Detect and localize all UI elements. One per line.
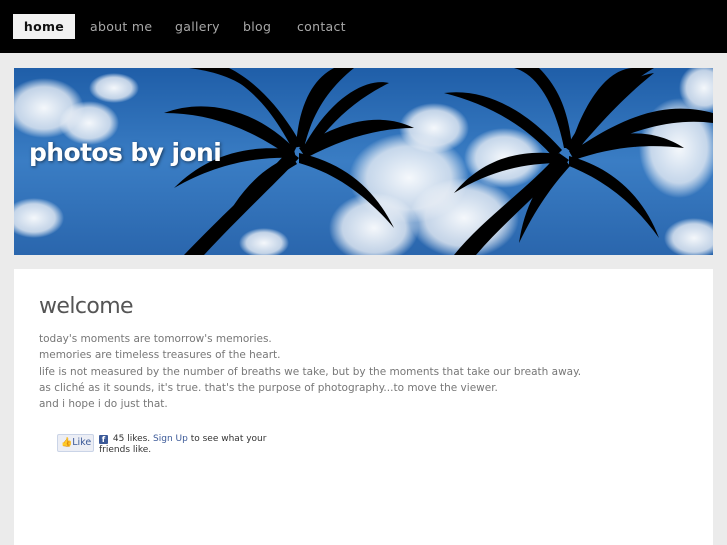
like-label: Like <box>72 437 92 448</box>
facebook-like-info: f 45 likes. Sign Up to see what your fri… <box>99 434 269 456</box>
text-line: as cliché as it sounds, it's true. that'… <box>39 381 498 394</box>
nav-item-blog[interactable]: blog <box>243 14 271 39</box>
likes-count: 45 likes. <box>112 434 151 444</box>
site-title: photos by joni <box>29 138 222 167</box>
nav-item-contact[interactable]: contact <box>297 14 346 39</box>
page-heading: welcome <box>39 294 134 319</box>
text-line: memories are timeless treasures of the h… <box>39 349 281 362</box>
thumbs-up-icon: 👍 <box>61 438 73 448</box>
facebook-logo-icon: f <box>99 435 108 444</box>
main-content: welcome today's moments are tomorrow's m… <box>14 269 713 545</box>
top-navigation: home about me gallery blog contact <box>0 0 727 53</box>
facebook-like-button[interactable]: 👍Like <box>57 434 94 452</box>
text-line: life is not measured by the number of br… <box>39 365 582 378</box>
nav-item-home[interactable]: home <box>13 14 75 39</box>
signup-link[interactable]: Sign Up <box>153 434 188 444</box>
nav-item-about-me[interactable]: about me <box>90 14 152 39</box>
nav-item-gallery[interactable]: gallery <box>175 14 220 39</box>
text-line: today's moments are tomorrow's memories. <box>39 333 272 345</box>
welcome-text: today's moments are tomorrow's memories.… <box>39 331 581 412</box>
header-banner: photos by joni <box>14 68 713 255</box>
text-line: and i hope i do just that. <box>39 398 168 411</box>
